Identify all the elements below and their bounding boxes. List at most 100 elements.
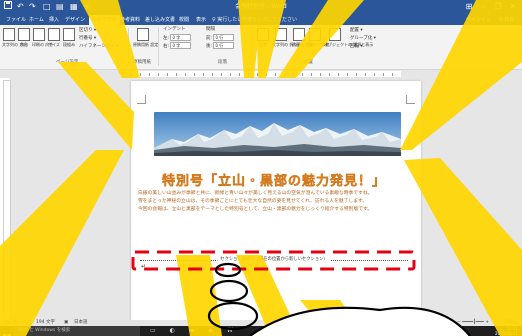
- paragraph-line-1[interactable]: 白銀の美しい山並みが季節と共に、新緑と青い山々が美しく見える山の空気が澄んでいる…: [138, 190, 416, 197]
- tab-design[interactable]: デザイン: [62, 15, 88, 25]
- indent-right-input[interactable]: 0 字: [170, 42, 192, 49]
- bring-forward-button[interactable]: 前面へ 移動: [292, 28, 314, 52]
- tab-layout[interactable]: レイアウト: [89, 15, 121, 25]
- rotate-button[interactable]: 回転 ▾: [350, 43, 363, 50]
- restore-button[interactable]: ❐: [491, 0, 505, 14]
- section-break-label: セクション区切り（現在の位置から新しいセクション）: [217, 257, 331, 263]
- paragraph-line-3[interactable]: 今回の会報は、立山と黒部をテーマとした特別号として、立山・黒部の魅力をじっくり紹…: [138, 206, 416, 213]
- spacing-before-input[interactable]: 0 行: [213, 34, 235, 41]
- tab-insert[interactable]: 挿入: [46, 15, 62, 25]
- text-direction-label: 文字列の 方向: [2, 42, 28, 47]
- indent-left-label: 左:: [163, 36, 170, 41]
- word-window: ↶ ↷ □ ▤ ▦ ▾ 会報特別号 - Word ⊞ – ❐ ✕ ファイル ホー…: [0, 0, 522, 336]
- indent-title: インデント: [163, 27, 186, 32]
- size-icon: [48, 28, 60, 41]
- tab-mailings[interactable]: 差し込み文書: [142, 15, 178, 25]
- indent-right-row: 右: 0 字: [163, 42, 192, 50]
- size-button[interactable]: サイズ: [47, 28, 61, 52]
- spacing-before-label: 前:: [206, 36, 213, 41]
- horizontal-ruler[interactable]: [0, 70, 522, 78]
- selection-pane-button[interactable]: オブジェクトの 選択と表示: [324, 28, 374, 52]
- manuscript-label: 原稿用紙 設定: [133, 42, 159, 47]
- paragraph-line-2[interactable]: 雪をまとった神秘の立山は、その季節ごとにとても壮大な自然の姿を見せてくれ、訪れる…: [138, 198, 416, 205]
- spacing-after-row: 後: 0 行: [206, 42, 235, 50]
- vertical-ruler[interactable]: [3, 80, 11, 322]
- wrap-text-icon: [275, 28, 287, 41]
- document-heading[interactable]: 特別号「立山・黒部の魅力発見！」: [150, 174, 398, 190]
- spacing-after-label: 後:: [206, 44, 213, 49]
- manuscript-settings-button[interactable]: 原稿用紙 設定: [133, 28, 159, 52]
- tab-view[interactable]: 表示: [193, 15, 209, 25]
- group-divider: [252, 28, 253, 66]
- page-setup-group-label: ページ設定: [56, 60, 79, 65]
- position-icon: [257, 28, 269, 41]
- bring-forward-label: 前面へ 移動: [292, 42, 314, 47]
- size-label: サイズ: [48, 42, 60, 47]
- taskbar-app-icons[interactable]: ▭ ◐ ▬ ◆ W: [150, 326, 239, 336]
- indent-left-row: 左: 0 字: [163, 34, 192, 42]
- selection-pane-icon: [329, 28, 341, 41]
- columns-label: 段組み: [63, 42, 75, 47]
- indent-left-input[interactable]: 0 字: [170, 34, 192, 41]
- orientation-button[interactable]: 印刷の 向き: [32, 28, 54, 52]
- snow-mountain-image[interactable]: [154, 112, 401, 156]
- window-title: 会報特別号 - Word: [235, 3, 287, 10]
- send-backward-icon: [309, 28, 321, 41]
- taskbar-search-box[interactable]: Web と Windows を検索: [14, 326, 140, 336]
- send-backward-label: 背面へ 移動: [308, 42, 330, 47]
- breaks-button[interactable]: 区切り ▾: [79, 27, 96, 34]
- spacing-after-input[interactable]: 0 行: [213, 42, 235, 49]
- ribbon-tabs: ファイル ホーム 挿入 デザイン レイアウト 参考資料 差し込み文書 校閲 表示…: [0, 14, 522, 25]
- orientation-icon: [33, 28, 45, 41]
- group-divider: [128, 28, 129, 66]
- bring-forward-icon: [293, 28, 305, 41]
- manuscript-icon: [137, 28, 149, 41]
- orientation-label: 印刷の 向き: [32, 42, 54, 47]
- group-button[interactable]: グループ化 ▾: [350, 35, 376, 42]
- text-direction-icon: [3, 28, 15, 41]
- section-break-marker[interactable]: セクション区切り（現在の位置から新しいセクション）: [140, 257, 408, 263]
- wrap-text-button[interactable]: 文字列の 折り返し: [272, 28, 306, 52]
- margins-label: 余白: [20, 42, 28, 47]
- send-backward-button[interactable]: 背面へ 移動: [308, 28, 330, 52]
- title-bar: ↶ ↷ □ ▤ ▦ ▾ 会報特別号 - Word ⊞ – ❐ ✕: [0, 0, 522, 14]
- manuscript-group-label: 原稿用紙: [133, 60, 151, 65]
- paragraph-mark-icon: ↵: [141, 263, 147, 270]
- ribbon-display-options-button[interactable]: ⊞: [462, 0, 476, 14]
- paragraph-group-label: 段落: [218, 60, 227, 65]
- tab-home[interactable]: ホーム: [26, 15, 47, 25]
- minimize-button[interactable]: –: [476, 0, 490, 14]
- close-button[interactable]: ✕: [506, 0, 520, 14]
- share-button[interactable]: ♀ 共有: [499, 15, 514, 25]
- margins-icon: [18, 28, 30, 41]
- ribbon-layout: 文字列の 方向 余白 印刷の 向き サイズ 段組み 区切り ▾ 行番号 ▾ ハイ…: [0, 25, 522, 70]
- group-divider: [158, 28, 159, 66]
- tab-references[interactable]: 参考資料: [117, 15, 143, 25]
- spacing-before-row: 前: 0 行: [206, 34, 235, 42]
- position-button[interactable]: 位置: [256, 28, 270, 52]
- clock-date: 2015/08/11: [494, 331, 518, 336]
- columns-button[interactable]: 段組み: [62, 28, 76, 52]
- line-numbers-button[interactable]: 行番号 ▾: [79, 35, 96, 42]
- arrange-group-label: 配置: [304, 60, 313, 65]
- columns-icon: [63, 28, 75, 41]
- ruler-ticks: [131, 73, 401, 76]
- text-direction-button[interactable]: 文字列の 方向: [2, 28, 28, 52]
- position-label: 位置: [259, 42, 267, 47]
- margins-button[interactable]: 余白: [17, 28, 31, 52]
- hyphenation-button[interactable]: ハイフネーション ▾: [79, 43, 119, 50]
- wrap-text-label: 文字列の 折り返し: [272, 42, 306, 47]
- taskbar-clock[interactable]: 11:31 2015/08/11: [474, 326, 518, 336]
- windows-start-icon[interactable]: [3, 327, 11, 336]
- tab-review[interactable]: 校閲: [176, 15, 192, 25]
- margin-corner-mark: [406, 95, 415, 104]
- indent-right-label: 右:: [163, 44, 170, 49]
- signin-link[interactable]: サインイン: [466, 15, 491, 25]
- margin-corner-mark: [137, 95, 146, 104]
- windows-taskbar: Web と Windows を検索 ▭ ◐ ▬ ◆ W 11:31 2015/0…: [0, 326, 522, 336]
- spacing-title: 間隔: [206, 27, 215, 32]
- selection-pane-label: オブジェクトの 選択と表示: [324, 42, 374, 47]
- tell-me-search[interactable]: ♀ 実行したい作業を入力してください: [212, 15, 297, 25]
- align-button[interactable]: 配置 ▾: [350, 27, 363, 34]
- collapse-ribbon-icon[interactable]: ⌃: [510, 59, 514, 66]
